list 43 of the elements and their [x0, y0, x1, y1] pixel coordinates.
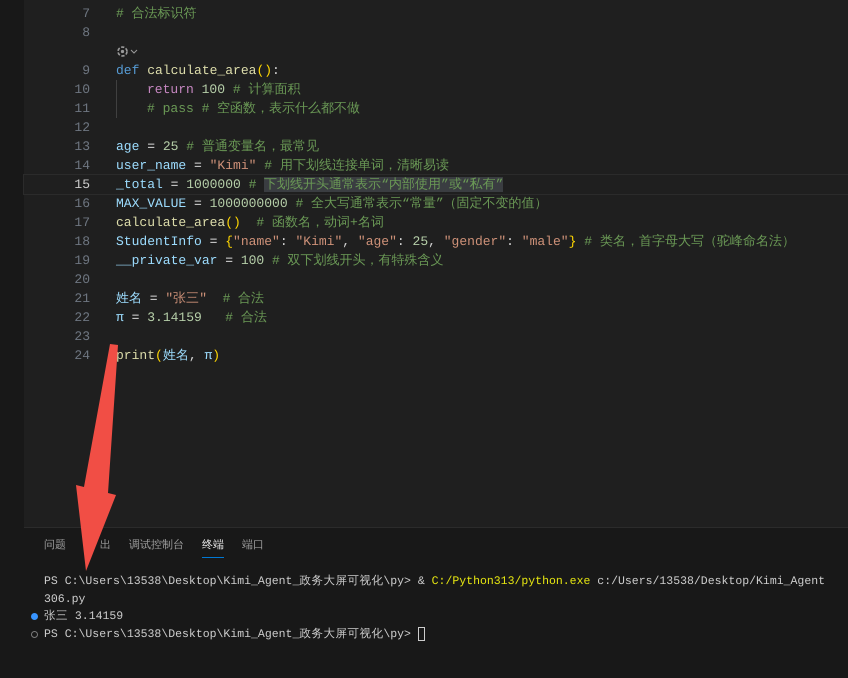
- code-line: user_name = "Kimi" # 用下划线连接单词，清晰易读: [116, 156, 449, 175]
- code-line: _total = 1000000 # 下划线开头通常表示“内部使用”或“私有”: [116, 176, 504, 194]
- code-line: MAX_VALUE = 1000000000 # 全大写通常表示“常量”（固定不变的值）: [116, 194, 548, 213]
- panel-tab[interactable]: 调试控制台: [129, 534, 184, 558]
- line-number: 22: [74, 310, 90, 325]
- code-line: print(姓名, π): [116, 346, 220, 365]
- line-number: 10: [74, 82, 90, 97]
- code-line: return 100 # 计算面积: [147, 80, 300, 99]
- line-number: 21: [74, 290, 90, 306]
- line-number: 24: [74, 348, 90, 363]
- code-line: # 合法标识符: [116, 4, 197, 23]
- swirl-icon[interactable]: [116, 45, 129, 58]
- code-line: 姓名 = "张三" # 合法: [116, 290, 264, 308]
- line-number: 8: [82, 24, 90, 40]
- panel-tab[interactable]: 出: [100, 534, 111, 558]
- line-number: 14: [74, 158, 90, 173]
- chevron-down-icon[interactable]: [130, 48, 138, 54]
- code-line: calculate_area() # 函数名，动词+名词: [116, 214, 384, 232]
- panel-tab[interactable]: 问题: [44, 534, 66, 558]
- code-line: __private_var = 100 # 双下划线开头，有特殊含义: [116, 252, 444, 270]
- line-number: 18: [74, 234, 90, 249]
- line-number: 11: [74, 100, 90, 116]
- code-line: def calculate_area():: [116, 62, 280, 80]
- line-number: 16: [74, 196, 90, 211]
- code-line: π = 3.14159 # 合法: [116, 308, 267, 327]
- line-number: 9: [82, 62, 90, 78]
- panel-tab[interactable]: 终端: [202, 534, 224, 558]
- terminal-line: 306.py: [44, 592, 86, 608]
- panel-tab[interactable]: 端口: [242, 534, 264, 558]
- line-number: 7: [82, 6, 90, 21]
- line-number: 17: [74, 214, 90, 230]
- line-number: 15: [74, 176, 90, 192]
- code-line: StudentInfo = {"name": "Kimi", "age": 25, "gender": "male"} # 类名，首字母大写（驼峰命名法）: [116, 232, 795, 251]
- terminal-line: 张三 3.14159: [44, 608, 124, 626]
- code-line: age = 25 # 普通变量名，最常见: [116, 138, 319, 156]
- line-number: 23: [74, 328, 90, 344]
- line-number: 13: [74, 138, 90, 154]
- terminal-line: PS C:\Users\13538\Desktop\Kimi_Agent_政务大屏可视化\py> & C:/Python313/python.exe c:/Users/13538/Desktop/Kimi_Agent: [44, 574, 826, 590]
- terminal-line: PS C:\Users\13538\Desktop\Kimi_Agent_政务大屏可视化\py>: [44, 626, 412, 643]
- code-line: # pass # 空函数，表示什么都不做: [147, 100, 360, 118]
- line-number: 12: [74, 120, 90, 135]
- line-number: 19: [74, 252, 90, 268]
- line-number: 20: [74, 272, 90, 287]
